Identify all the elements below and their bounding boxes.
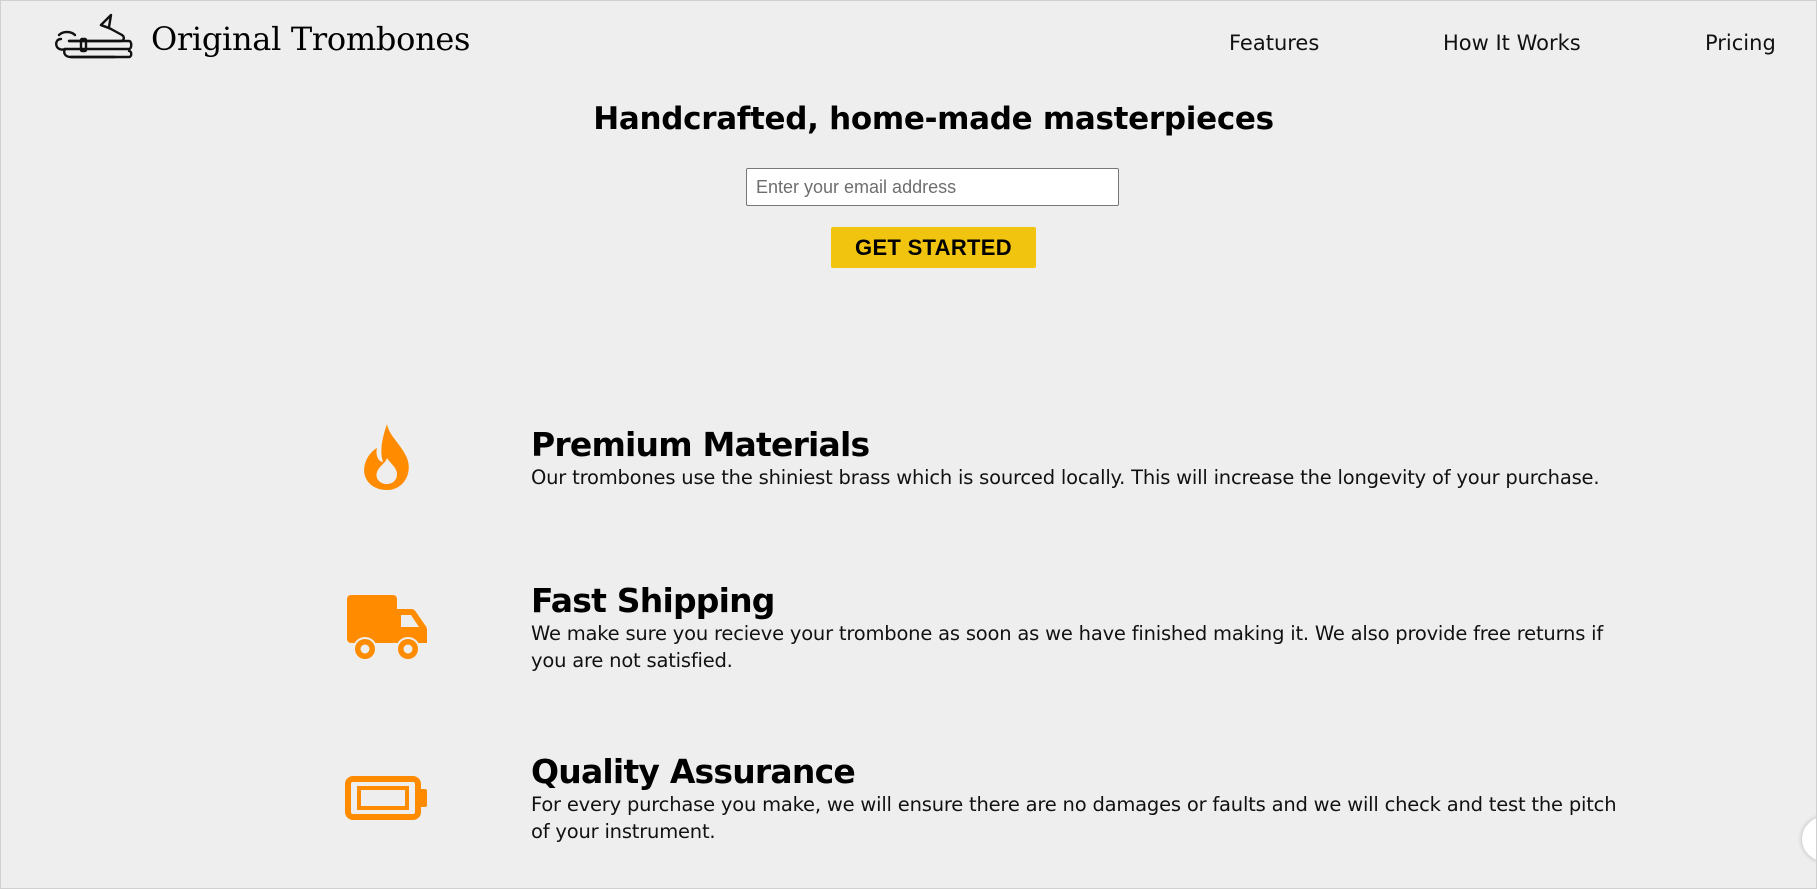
- brand-name: Original Trombones: [151, 20, 471, 58]
- battery-icon: [331, 775, 443, 821]
- trombone-icon[interactable]: [51, 13, 133, 65]
- floating-widget-button[interactable]: [1801, 816, 1816, 862]
- feature-description: Our trombones use the shiniest brass whi…: [531, 466, 1600, 489]
- feature-title: Fast Shipping: [531, 581, 775, 620]
- hero-title: Handcrafted, home-made masterpieces: [593, 101, 1274, 137]
- feature-title: Quality Assurance: [531, 752, 856, 791]
- truck-icon: [331, 593, 443, 661]
- feature-title: Premium Materials: [531, 425, 870, 464]
- email-input[interactable]: [746, 168, 1119, 206]
- nav-link-pricing[interactable]: Pricing: [1705, 31, 1776, 55]
- landing-page: Original Trombones Features How It Works…: [0, 0, 1817, 889]
- fire-icon: [331, 421, 443, 493]
- nav-link-how-it-works[interactable]: How It Works: [1443, 31, 1581, 55]
- get-started-button[interactable]: GET STARTED: [831, 227, 1036, 268]
- nav-link-features[interactable]: Features: [1229, 31, 1319, 55]
- feature-description: We make sure you recieve your trombone a…: [531, 622, 1604, 672]
- feature-description: For every purchase you make, we will ens…: [531, 793, 1617, 843]
